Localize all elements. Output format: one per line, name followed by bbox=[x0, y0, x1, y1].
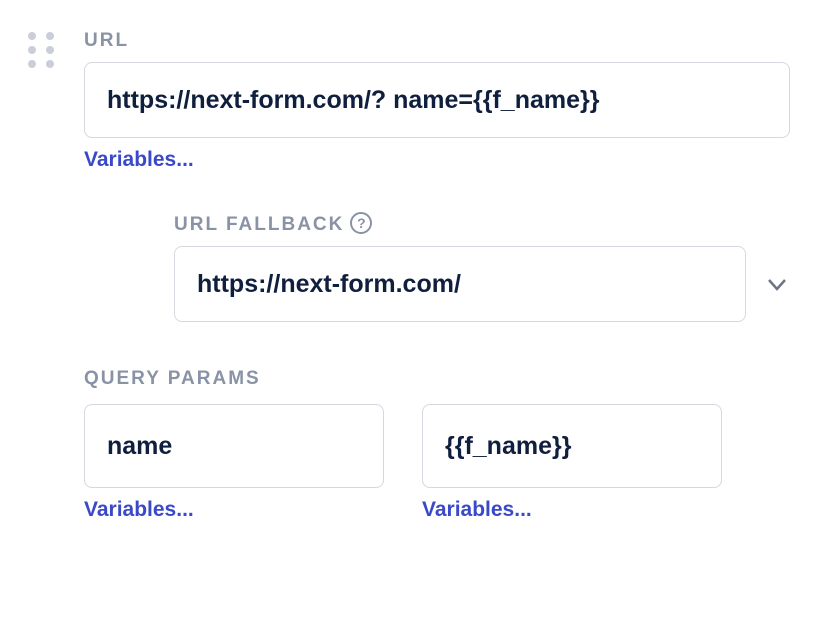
query-params-label: QUERY PARAMS bbox=[84, 368, 790, 390]
query-param-key-input[interactable] bbox=[84, 404, 384, 488]
drag-handle-icon[interactable] bbox=[28, 32, 58, 70]
url-fallback-input[interactable] bbox=[174, 246, 746, 322]
query-params-section: QUERY PARAMS Variables... Variables... bbox=[84, 368, 790, 522]
form-config-panel: URL Variables... URL FALLBACK ? QUERY PA… bbox=[0, 0, 830, 624]
url-fallback-section: URL FALLBACK ? bbox=[174, 214, 790, 322]
url-variables-link[interactable]: Variables... bbox=[84, 148, 194, 172]
chevron-down-icon[interactable] bbox=[764, 271, 790, 297]
query-param-value-input[interactable] bbox=[422, 404, 722, 488]
url-fallback-label: URL FALLBACK bbox=[174, 214, 344, 236]
query-param-value-variables-link[interactable]: Variables... bbox=[422, 498, 722, 522]
url-section: URL Variables... bbox=[84, 30, 790, 172]
url-label: URL bbox=[84, 30, 790, 52]
query-param-key-variables-link[interactable]: Variables... bbox=[84, 498, 384, 522]
help-icon[interactable]: ? bbox=[350, 212, 372, 234]
url-input[interactable] bbox=[84, 62, 790, 138]
